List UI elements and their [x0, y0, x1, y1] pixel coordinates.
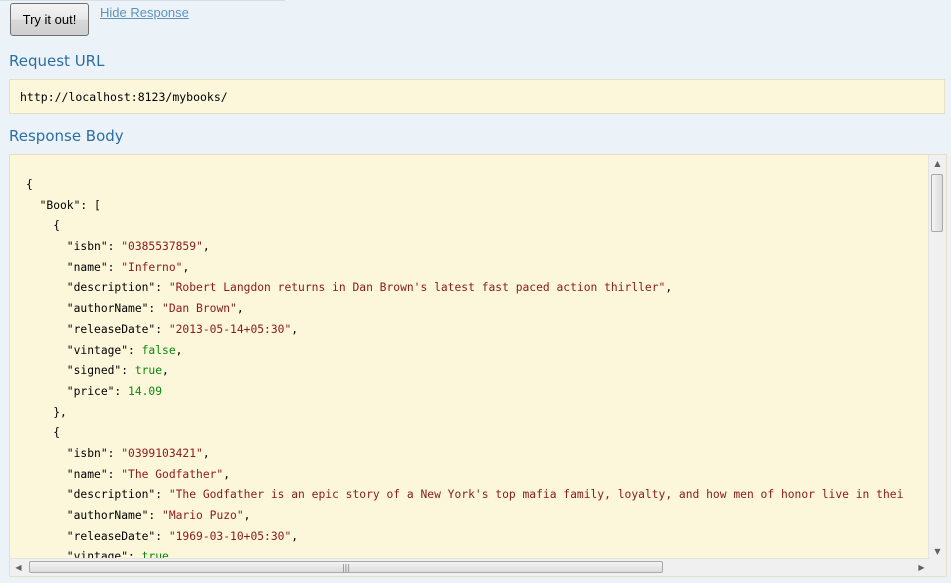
response-json-code: { "Book": [ { "isbn": "0385537859", "nam…: [26, 175, 903, 568]
code-line: {: [26, 423, 903, 444]
code-token: "Mario Puzo": [162, 509, 244, 522]
code-token: "releaseDate":: [26, 322, 169, 336]
code-token: ,: [202, 240, 210, 254]
code-token: "Book": [: [26, 198, 101, 212]
code-token: {: [26, 178, 33, 191]
try-it-out-label: Try it out!: [22, 12, 77, 27]
code-token: ,: [162, 364, 169, 378]
top-divider: [0, 0, 285, 1]
code-token: "signed":: [26, 364, 135, 378]
code-token: {: [26, 219, 61, 233]
scroll-left-icon[interactable]: ◀: [10, 559, 27, 576]
request-url-heading: Request URL: [9, 52, 105, 70]
code-line: "description": "The Godfather is an epic…: [26, 485, 904, 506]
code-line: "Book": [: [26, 196, 903, 217]
grip-icon: |||: [341, 562, 351, 572]
code-token: "The Godfather is an epic story of a New…: [168, 488, 904, 502]
code-token: "authorName":: [26, 509, 163, 522]
code-token: ,: [223, 467, 231, 481]
code-token: "authorName":: [26, 302, 163, 316]
response-body-panel[interactable]: { "Book": [ { "isbn": "0385537859", "nam…: [9, 154, 947, 577]
code-token: "releaseDate":: [26, 529, 169, 543]
code-line: "releaseDate": "1969-03-10+05:30",: [26, 527, 903, 548]
code-token: ,: [236, 302, 244, 316]
code-token: "isbn":: [26, 446, 122, 460]
code-token: "name":: [26, 260, 122, 274]
code-token: "The Godfather": [121, 467, 224, 481]
code-line: "isbn": "0385537859",: [26, 237, 903, 258]
code-token: 14.09: [128, 384, 163, 398]
code-line: "releaseDate": "2013-05-14+05:30",: [26, 320, 903, 341]
code-line: "name": "The Godfather",: [26, 465, 903, 486]
vertical-scroll-thumb[interactable]: [931, 174, 943, 232]
horizontal-scroll-thumb[interactable]: |||: [29, 561, 663, 573]
request-url-box: http://localhost:8123/mybooks/: [9, 79, 945, 114]
code-line: "isbn": "0399103421",: [26, 444, 903, 465]
code-token: "2013-05-14+05:30": [168, 322, 292, 336]
code-token: "0399103421": [121, 446, 203, 460]
code-token: "vintage":: [26, 343, 142, 357]
hide-response-link[interactable]: Hide Response: [100, 5, 189, 20]
code-token: "1969-03-10+05:30": [168, 529, 292, 543]
code-token: "isbn":: [26, 240, 122, 254]
code-token: ,: [182, 260, 190, 274]
scroll-down-icon[interactable]: ▼: [929, 543, 946, 560]
scrollbar-corner: [929, 559, 946, 576]
code-token: ,: [291, 322, 299, 336]
code-token: "price":: [26, 384, 129, 398]
code-line: "vintage": false,: [26, 341, 903, 362]
code-token: ,: [665, 281, 673, 295]
scroll-up-icon[interactable]: ▲: [929, 155, 946, 172]
code-token: "Dan Brown": [162, 302, 237, 316]
code-token: "description":: [26, 488, 169, 502]
try-it-out-button[interactable]: Try it out!: [10, 3, 89, 36]
scroll-right-icon[interactable]: ▶: [913, 559, 930, 576]
code-token: "0385537859": [121, 240, 203, 254]
code-line: "authorName": "Dan Brown",: [26, 299, 903, 320]
code-token: false: [141, 343, 176, 357]
code-token: "Robert Langdon returns in Dan Brown's l…: [168, 281, 666, 295]
vertical-scrollbar[interactable]: ▲ ▼: [928, 155, 946, 560]
code-token: "Inferno": [121, 260, 183, 274]
code-line: "name": "Inferno",: [26, 258, 903, 279]
code-line: {: [26, 175, 903, 196]
code-token: {: [26, 426, 61, 440]
code-token: ,: [175, 343, 183, 357]
horizontal-scrollbar[interactable]: ◀ ||| ▶: [10, 558, 930, 576]
code-line: "authorName": "Mario Puzo",: [26, 506, 903, 527]
code-token: },: [26, 405, 67, 419]
code-line: "description": "Robert Langdon returns i…: [26, 278, 903, 299]
code-token: true: [134, 364, 163, 378]
code-line: "signed": true,: [26, 361, 903, 382]
request-url-value: http://localhost:8123/mybooks/: [20, 89, 228, 104]
code-line: },: [26, 403, 903, 424]
code-token: ,: [202, 446, 210, 460]
code-token: ,: [243, 509, 251, 522]
code-token: "name":: [26, 467, 122, 481]
code-line: "price": 14.09: [26, 382, 903, 403]
code-token: "description":: [26, 281, 169, 295]
response-body-heading: Response Body: [9, 127, 124, 145]
code-token: ,: [291, 529, 299, 543]
code-line: {: [26, 216, 903, 237]
